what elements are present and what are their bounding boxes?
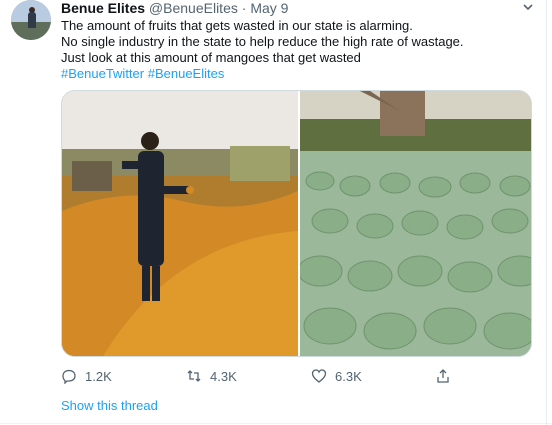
mango-pile-photo[interactable] [297,91,531,356]
author-handle[interactable]: @BenueElites [149,0,238,16]
share-icon [437,369,449,383]
reply-icon [62,369,76,384]
retweet-icon [187,370,201,382]
column-border [546,0,547,425]
heart-icon [311,369,327,383]
hashtag-benuetwitter[interactable]: #BenueTwitter [61,66,144,81]
like-count: 6.3K [335,368,362,384]
avatar[interactable] [11,0,51,40]
reply-button[interactable]: 1.2K [61,367,112,385]
tweet-text-line-2: No single industry in the state to help … [61,34,464,49]
author-name[interactable]: Benue Elites [61,0,145,16]
right-photo-art [297,91,531,356]
avatar-figure [28,12,36,28]
tweet-date[interactable]: May 9 [250,0,288,16]
divider [0,423,552,424]
reply-count: 1.2K [85,368,112,384]
tweet-actions: 1.2K 4.3K 6.3K [61,367,461,385]
tweet-text-line-3: Just look at this amount of mangoes that… [61,50,361,65]
retweet-button[interactable]: 4.3K [186,367,237,385]
show-thread-link[interactable]: Show this thread [61,398,158,413]
tweet-header: Benue Elites @BenueElites · May 9 [61,0,288,16]
hashtags: #BenueTwitter #BenueElites [61,66,531,82]
separator: · [241,0,247,16]
share-button[interactable] [435,367,459,385]
tweet-text: The amount of fruits that gets wasted in… [61,18,531,82]
left-photo-art [62,91,298,356]
like-button[interactable]: 6.3K [311,367,362,385]
tweet-media[interactable] [61,90,532,357]
retweet-count: 4.3K [210,368,237,384]
tweet-text-line-1: The amount of fruits that gets wasted in… [61,18,413,33]
hashtag-benueelites[interactable]: #BenueElites [148,66,225,81]
mangoes-field-man-photo[interactable] [62,91,298,356]
tweet[interactable]: Benue Elites @BenueElites · May 9 The am… [0,0,552,425]
chevron-down-icon[interactable] [521,0,535,14]
